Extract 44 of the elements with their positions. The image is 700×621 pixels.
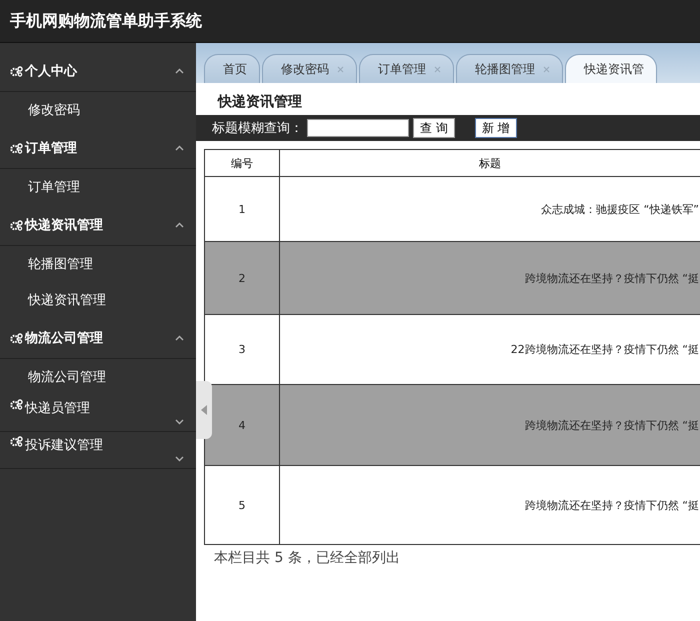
table-cell: 跨境物流还在坚持？疫情下仍然 “挺 bbox=[280, 384, 700, 466]
sidebar-item[interactable]: 快递资讯管理 bbox=[0, 282, 196, 318]
search-field[interactable] bbox=[307, 119, 409, 137]
record-count: 本栏目共 5 条，已经全部列出 bbox=[213, 549, 401, 567]
table-cell: 跨境物流还在坚持？疫情下仍然 “挺 bbox=[280, 466, 700, 544]
page-title: 快递资讯管理 bbox=[216, 93, 303, 112]
gears-icon bbox=[10, 142, 23, 154]
table-cell: 5 bbox=[204, 466, 280, 544]
sidebar-group[interactable]: 物流公司管理 bbox=[0, 318, 196, 359]
caret-left-icon bbox=[201, 405, 207, 415]
gears-icon bbox=[10, 399, 23, 410]
table-cell: 1 bbox=[204, 176, 280, 242]
sidebar-item[interactable]: 修改密码 bbox=[0, 92, 196, 128]
close-icon[interactable] bbox=[543, 66, 550, 72]
sidebar-group[interactable]: 快递资讯管理 bbox=[0, 205, 196, 246]
table-cell: 3 bbox=[204, 314, 280, 384]
table-cell: 4 bbox=[204, 384, 280, 466]
table-cell: 2 bbox=[204, 242, 280, 314]
gears-icon bbox=[10, 66, 23, 76]
gears-icon bbox=[10, 332, 23, 344]
tab[interactable]: 修改密码 bbox=[262, 54, 357, 83]
column-header: 标题 bbox=[280, 150, 700, 176]
sidebar-item[interactable]: 物流公司管理 bbox=[0, 359, 196, 395]
column-header: 编号 bbox=[204, 150, 280, 176]
tab[interactable]: 快递资讯管 bbox=[565, 54, 657, 83]
add-button[interactable]: 新 增 bbox=[474, 118, 517, 138]
table-cell: 22跨境物流还在坚持？疫情下仍然 “挺 bbox=[280, 314, 700, 384]
tab[interactable]: 首页 bbox=[204, 54, 260, 83]
app-title: 手机网购物流管单助手系统 bbox=[10, 10, 202, 32]
sidebar-item[interactable]: 轮播图管理 bbox=[0, 246, 196, 282]
gears-icon bbox=[10, 220, 23, 230]
search-label: 标题模糊查询： bbox=[212, 120, 303, 137]
sidebar-group[interactable]: 投诉建议管理 bbox=[0, 432, 196, 469]
sidebar-item[interactable]: 订单管理 bbox=[0, 169, 196, 205]
close-icon[interactable] bbox=[434, 66, 441, 72]
gears-icon bbox=[10, 436, 23, 447]
query-button[interactable]: 查 询 bbox=[413, 118, 455, 138]
collapse-handle[interactable] bbox=[196, 381, 212, 439]
sidebar-group[interactable]: 订单管理 bbox=[0, 128, 196, 169]
close-icon[interactable] bbox=[337, 66, 344, 72]
table-cell: 众志成城：驰援疫区 “快递铁军” bbox=[280, 176, 700, 242]
tab[interactable]: 订单管理 bbox=[359, 54, 454, 83]
tab[interactable]: 轮播图管理 bbox=[456, 54, 563, 83]
table-cell: 跨境物流还在坚持？疫情下仍然 “挺 bbox=[280, 242, 700, 314]
